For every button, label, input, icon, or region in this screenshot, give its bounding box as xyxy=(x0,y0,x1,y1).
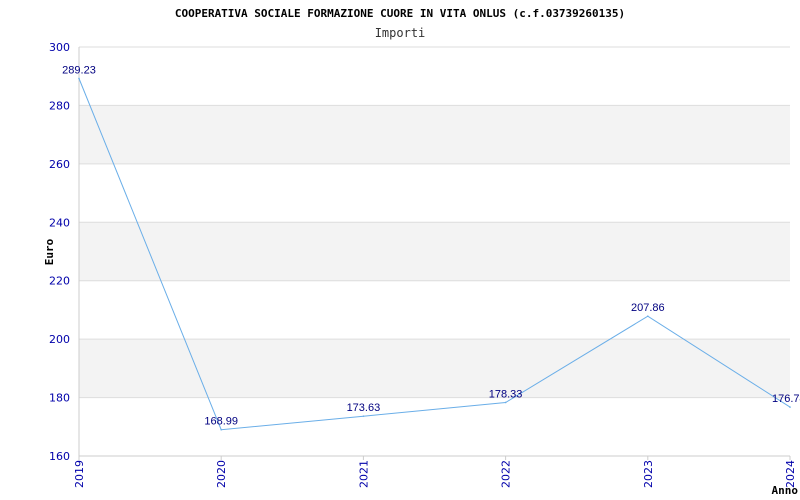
y-tick-label: 160 xyxy=(49,450,70,463)
data-label: 207.86 xyxy=(631,302,665,314)
data-point xyxy=(647,315,649,317)
data-label: 168.99 xyxy=(204,416,238,428)
x-axis-label: Anno xyxy=(772,484,799,497)
data-label: 178.33 xyxy=(489,388,523,400)
data-point xyxy=(789,406,791,408)
grid-band xyxy=(79,105,790,164)
data-point xyxy=(362,415,365,417)
y-tick-label: 280 xyxy=(49,99,70,112)
y-axis-label: Euro xyxy=(43,238,56,265)
x-tick-label: 2023 xyxy=(642,460,655,488)
data-label: 289.23 xyxy=(62,64,96,76)
grid-band xyxy=(79,339,790,398)
y-tick-label: 240 xyxy=(49,216,70,229)
data-point xyxy=(220,428,222,431)
y-tick-label: 180 xyxy=(49,392,70,405)
x-tick-label: 2019 xyxy=(73,460,86,488)
y-tick-label: 220 xyxy=(49,275,70,288)
chart-container: 160 180 200 220 240 260 280 300 2019 2020 2021 202… xyxy=(0,0,800,500)
grid-band xyxy=(79,222,790,281)
x-tick-label: 2020 xyxy=(215,460,228,488)
chart-title: COOPERATIVA SOCIALE FORMAZIONE CUORE IN … xyxy=(175,7,625,20)
chart-subtitle: Importi xyxy=(375,26,426,40)
line-chart: 160 180 200 220 240 260 280 300 2019 2020 2021 202… xyxy=(43,7,800,497)
x-tick-label: 2022 xyxy=(500,460,513,488)
data-point xyxy=(504,401,507,404)
y-tick-label: 300 xyxy=(49,41,70,54)
x-tick-label: 2021 xyxy=(357,460,370,488)
grid-bands xyxy=(79,105,790,398)
data-label: 173.63 xyxy=(347,402,381,414)
x-axis-ticks: 2019 2020 2021 2022 2023 2024 xyxy=(73,456,797,488)
data-point xyxy=(78,77,80,80)
y-tick-label: 200 xyxy=(49,333,70,346)
y-tick-label: 260 xyxy=(49,158,70,171)
data-label: 176.74 xyxy=(772,393,800,405)
